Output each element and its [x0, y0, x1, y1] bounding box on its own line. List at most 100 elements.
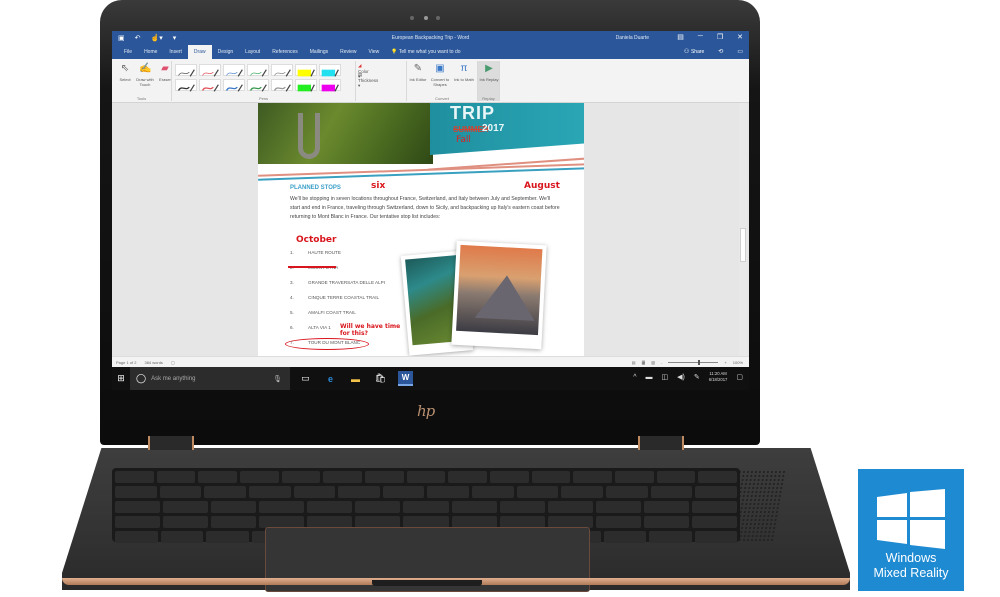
- restore-icon[interactable]: ❐: [717, 33, 723, 41]
- badge-line1: Windows: [885, 551, 937, 565]
- zoom-out-button[interactable]: -: [661, 360, 662, 365]
- tab-design[interactable]: Design: [212, 45, 240, 59]
- proofing-icon[interactable]: ▢: [171, 360, 175, 365]
- ink-august: August: [524, 181, 560, 191]
- body-paragraph: We'll be stopping in seven locations thr…: [290, 196, 560, 220]
- zoom-in-button[interactable]: +: [724, 360, 726, 365]
- tab-file[interactable]: File: [118, 45, 138, 59]
- tab-layout[interactable]: Layout: [239, 45, 266, 59]
- word-icon[interactable]: W: [398, 371, 413, 386]
- file-explorer-icon[interactable]: ▬: [348, 371, 363, 386]
- microphone-icon[interactable]: 🎙: [273, 375, 282, 383]
- draw-with-touch-button[interactable]: ✍ Draw with Touch: [134, 63, 156, 87]
- pen-icon[interactable]: ✎: [694, 373, 700, 381]
- ink-replay-button[interactable]: ▶ Ink Replay: [478, 63, 500, 82]
- windows-logo-icon: [877, 489, 945, 549]
- math-icon: π: [460, 63, 468, 74]
- read-mode-icon[interactable]: ▤: [632, 360, 636, 365]
- tab-insert[interactable]: Insert: [163, 45, 188, 59]
- pen-swatch[interactable]: [295, 79, 317, 92]
- word-count[interactable]: 384 words: [144, 360, 162, 365]
- store-icon[interactable]: 🛍: [373, 371, 388, 386]
- pen-swatch[interactable]: [199, 64, 221, 77]
- action-center-icon[interactable]: ▢: [736, 373, 743, 381]
- key: [163, 516, 209, 528]
- key: [115, 531, 158, 543]
- cortana-search-box[interactable]: ◯ Ask me anything 🎙: [130, 367, 290, 390]
- share-label: Share: [690, 49, 705, 55]
- pen-swatch[interactable]: [271, 64, 293, 77]
- group-pens: ◢ Color ▾ ▤ Thickness ▾ Pens: [172, 61, 378, 101]
- task-view-icon[interactable]: ▭: [298, 371, 313, 386]
- pen-swatch[interactable]: [175, 79, 197, 92]
- clock[interactable]: 11:20 AM 6/18/2017: [709, 371, 728, 383]
- photo-mountain: [451, 240, 547, 350]
- tab-mailings[interactable]: Mailings: [304, 45, 334, 59]
- pen-swatch[interactable]: [271, 79, 293, 92]
- ribbon-display-icon[interactable]: ▤: [677, 33, 684, 41]
- key: [115, 516, 161, 528]
- convert-group-label: Convert: [434, 96, 449, 101]
- key: [115, 486, 157, 498]
- comments-icon[interactable]: ▭: [737, 48, 743, 55]
- tell-me-text: Tell me what you want to do: [398, 49, 461, 55]
- convert-to-shapes-button[interactable]: ▣ Convert to Shapes: [429, 63, 451, 87]
- chevron-up-icon[interactable]: ^: [633, 374, 636, 381]
- start-button[interactable]: ⊞: [112, 373, 130, 384]
- print-layout-icon[interactable]: ▦: [641, 360, 646, 365]
- thickness-button[interactable]: ▤ Thickness ▾: [358, 72, 378, 89]
- touch-draw-icon: ✍: [139, 63, 152, 74]
- ink-to-math-button[interactable]: π Ink to Math: [453, 63, 475, 82]
- scrollbar-thumb[interactable]: [740, 228, 746, 262]
- pen-swatch[interactable]: [199, 79, 221, 92]
- key: [198, 471, 238, 483]
- zoom-level[interactable]: 100%: [733, 360, 743, 365]
- edge-icon[interactable]: e: [323, 371, 338, 386]
- minimize-icon[interactable]: ─: [698, 33, 703, 41]
- list-item: 5. AMALFI COAST TRAIL: [290, 310, 356, 315]
- tab-home[interactable]: Home: [138, 45, 163, 59]
- pen-swatch[interactable]: [247, 79, 269, 92]
- history-icon[interactable]: ⟲: [718, 48, 723, 55]
- pen-swatch[interactable]: [223, 79, 245, 92]
- user-name[interactable]: Daniela Duarte: [616, 35, 649, 41]
- pen-swatch[interactable]: [295, 64, 317, 77]
- ink-editor-button[interactable]: ✎ Ink Editor: [407, 63, 429, 82]
- keyboard-row: [115, 501, 738, 513]
- select-button[interactable]: ⇖ Select: [114, 63, 136, 82]
- person-icon: ⚇: [683, 49, 690, 55]
- section-title: PLANNED STOPS: [290, 185, 341, 191]
- zoom-slider[interactable]: [668, 360, 719, 365]
- ink-october: October: [296, 235, 337, 245]
- pen-swatch[interactable]: [175, 64, 197, 77]
- zoom-slider-thumb[interactable]: [698, 360, 701, 365]
- pen-swatch[interactable]: [319, 79, 341, 92]
- pen-swatch[interactable]: [319, 64, 341, 77]
- pen-swatch[interactable]: [247, 64, 269, 77]
- web-layout-icon[interactable]: ▧: [651, 360, 655, 365]
- document-page[interactable]: TRIP SUMMER 2017 Fall PLANNED STOPS We'l…: [258, 103, 584, 356]
- key: [156, 471, 196, 483]
- volume-icon[interactable]: ◀): [677, 373, 685, 381]
- battery-icon[interactable]: ▬: [646, 374, 653, 381]
- key: [606, 486, 648, 498]
- tell-me-box[interactable]: 💡 Tell me what you want to do: [391, 49, 460, 55]
- tab-references[interactable]: References: [266, 45, 304, 59]
- close-icon[interactable]: ✕: [737, 33, 743, 41]
- tab-review[interactable]: Review: [334, 45, 362, 59]
- page-count[interactable]: Page 1 of 2: [116, 360, 136, 365]
- keyboard-row: [115, 471, 738, 483]
- ink-to-math-label: Ink to Math: [454, 77, 474, 82]
- key: [595, 501, 641, 513]
- pens-group-label: Pens: [258, 96, 269, 101]
- vertical-scrollbar[interactable]: [739, 103, 747, 356]
- tab-draw[interactable]: Draw: [187, 45, 212, 59]
- lightbulb-icon: 💡: [391, 49, 398, 55]
- system-tray: ^ ▬ ◫ ◀) ✎ 11:20 AM 6/18/2017 ▢: [633, 371, 743, 383]
- tab-view[interactable]: View: [363, 45, 386, 59]
- pen-swatch[interactable]: [223, 64, 245, 77]
- network-icon[interactable]: ◫: [662, 373, 669, 381]
- clock-date: 6/18/2017: [708, 377, 728, 382]
- key: [365, 471, 404, 483]
- share-button[interactable]: ⚇ Share: [684, 48, 704, 55]
